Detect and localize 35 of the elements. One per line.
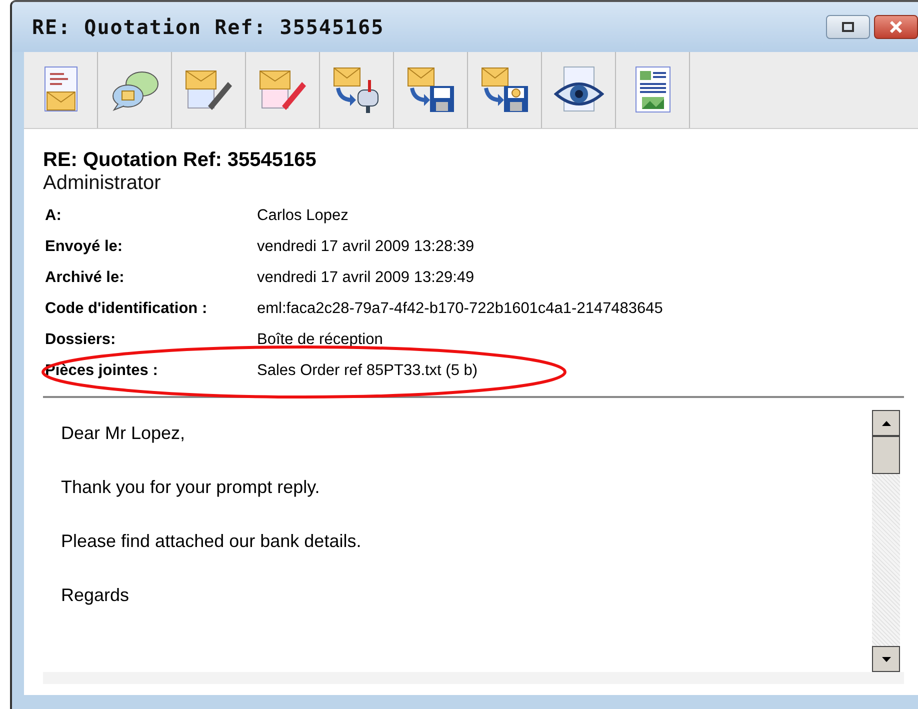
field-label: Dossiers:: [45, 331, 117, 349]
body-paragraph: Dear Mr Lopez,: [61, 422, 186, 444]
envelope-pencil-icon: [258, 68, 308, 112]
field-label: Envoyé le:: [45, 238, 124, 256]
field-value: vendredi 17 avril 2009 13:29:49: [257, 269, 476, 287]
window-title: RE: Quotation Ref: 35545165: [32, 15, 384, 39]
envelope-pencil-icon: [184, 68, 234, 112]
message-sender: Administrator: [43, 172, 162, 195]
down-arrow-icon: [882, 656, 890, 662]
envelope-disk-icon: [406, 66, 456, 114]
document-image-icon: [632, 66, 672, 114]
envelope-disk-clock-icon: [480, 66, 530, 114]
restore-button[interactable]: [826, 15, 870, 39]
field-label: Code d'identification :: [45, 300, 208, 318]
envelope-mailbox-icon: [332, 66, 382, 114]
body-paragraph: Regards: [61, 584, 130, 606]
restore-icon: [841, 22, 855, 32]
eye-icon: [554, 66, 604, 114]
scrollbar[interactable]: [872, 410, 900, 672]
message-subject: RE: Quotation Ref: 35545165: [43, 149, 318, 172]
field-value: Carlos Lopez: [257, 207, 350, 225]
field-value: vendredi 17 avril 2009 13:28:39: [257, 238, 476, 256]
close-icon: [889, 21, 903, 33]
scroll-thumb[interactable]: [872, 436, 900, 474]
field-label: A:: [45, 207, 62, 225]
up-arrow-icon: [882, 420, 890, 426]
field-label: Archivé le:: [45, 269, 126, 287]
body-paragraph: Thank you for your prompt reply.: [61, 476, 321, 498]
scroll-down-button[interactable]: [872, 646, 900, 672]
field-value: Sales Order ref 85PT33.txt (5 b): [257, 362, 904, 380]
body-paragraph: Please find attached our bank details.: [61, 530, 362, 552]
field-value: eml:faca2c28-79a7-4f42-b170-722b1601c4a1-2147483645: [257, 300, 664, 318]
scroll-up-button[interactable]: [872, 410, 900, 436]
field-value: Boîte de réception: [257, 331, 384, 349]
close-button[interactable]: [874, 15, 918, 39]
